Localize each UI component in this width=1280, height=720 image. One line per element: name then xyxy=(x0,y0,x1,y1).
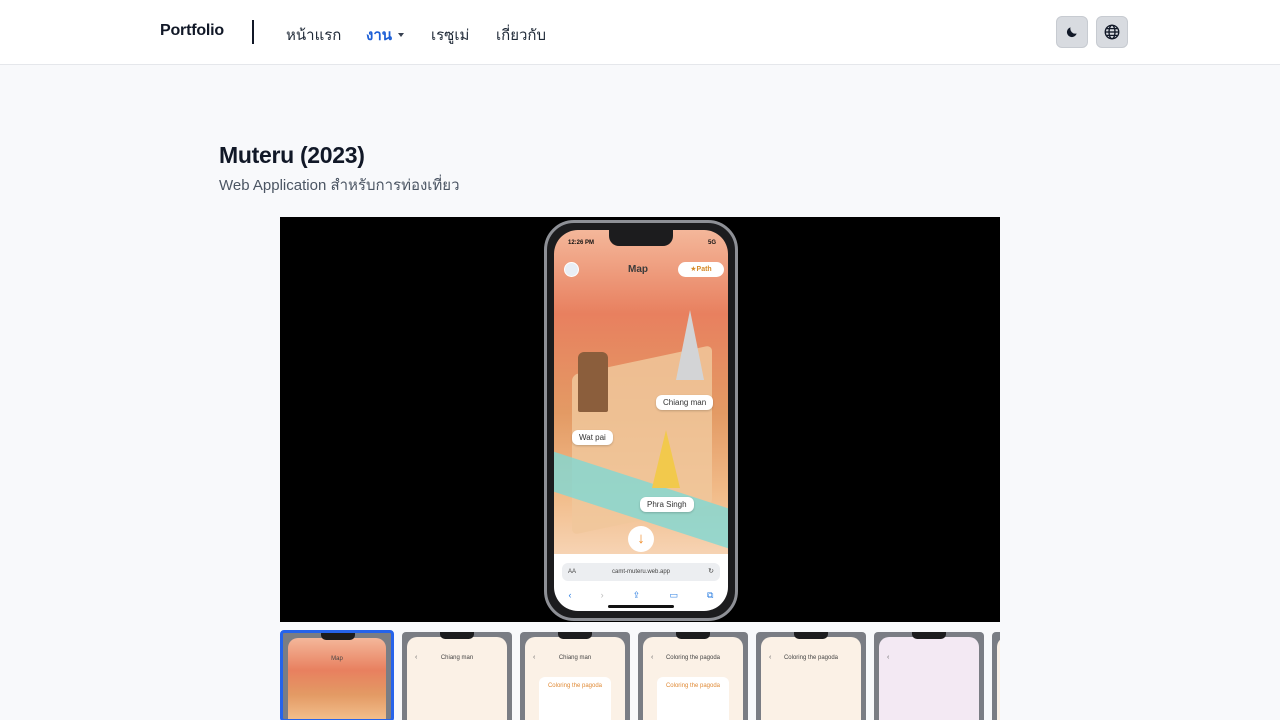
thumbnail-6[interactable]: ‹ xyxy=(874,632,984,720)
thumbnail-card-title: Coloring the pagoda xyxy=(665,683,721,689)
thumbnail-notch xyxy=(321,633,355,640)
avatar xyxy=(564,262,579,277)
thumbnail-screen: ‹ xyxy=(879,637,979,720)
thumbnail-notch xyxy=(912,632,946,639)
top-navbar: Portfolio หน้าแรก งาน เรซูเม่ เกี่ยวกับ xyxy=(0,0,1280,65)
thumbnail-screen: ‹ Chiang man Coloring the pagoda xyxy=(525,637,625,720)
brand-logo[interactable]: Portfolio xyxy=(160,22,224,40)
down-arrow-icon: ↓ xyxy=(628,526,654,552)
thumbnail-7[interactable] xyxy=(992,632,1000,720)
phone-notch xyxy=(609,230,673,246)
theme-toggle-button[interactable] xyxy=(1056,16,1088,48)
project-video[interactable]: 12:26 PM 5G Map ★Path Chiang man Wat pai… xyxy=(280,217,1000,622)
status-time: 12:26 PM xyxy=(568,240,595,246)
reload-icon: ↻ xyxy=(708,568,714,575)
thumbnail-5[interactable]: ‹ Coloring the pagoda xyxy=(756,632,866,720)
status-signal: 5G xyxy=(707,240,716,246)
back-icon: ‹ xyxy=(887,654,890,661)
nav-link-about[interactable]: เกี่ยวกับ xyxy=(496,23,546,47)
map-label-wat-pai: Wat pai xyxy=(572,430,613,445)
project-subtitle: Web Application สำหรับการท่องเที่ยว xyxy=(219,177,460,194)
temple-phra-singh xyxy=(652,430,680,488)
bookmarks-icon: ▭ xyxy=(669,589,678,600)
browser-url-bar: AA camt-muteru.web.app ↻ xyxy=(562,563,720,581)
thumbnail-1[interactable]: Map xyxy=(280,630,394,720)
thumbnail-card-title: Coloring the pagoda xyxy=(547,683,603,689)
forward-icon: › xyxy=(600,590,604,600)
text-size-icon: AA xyxy=(568,569,577,575)
url-text: camt-muteru.web.app xyxy=(611,569,671,575)
nav-link-resume[interactable]: เรซูเม่ xyxy=(431,23,469,47)
project-title: Muteru (2023) xyxy=(219,142,365,168)
thumbnail-4[interactable]: ‹ Coloring the pagoda Coloring the pagod… xyxy=(638,632,748,720)
nav-link-work[interactable]: งาน xyxy=(366,23,405,47)
nav-divider xyxy=(252,20,254,44)
map-label-phra-singh: Phra Singh xyxy=(640,497,694,512)
back-icon: ‹ xyxy=(568,590,572,600)
thumbnail-screen: ‹ Coloring the pagoda Coloring the pagod… xyxy=(643,637,743,720)
globe-icon xyxy=(1104,24,1120,40)
thumbnail-screen: ‹ Coloring the pagoda xyxy=(761,637,861,720)
phone-mockup: 12:26 PM 5G Map ★Path Chiang man Wat pai… xyxy=(544,220,738,621)
thumbnail-screen: ‹ Chiang man xyxy=(407,637,507,720)
thumbnail-screen xyxy=(997,637,1000,720)
map-title: Map xyxy=(628,264,648,275)
thumbnail-notch xyxy=(676,632,710,639)
language-button[interactable] xyxy=(1096,16,1128,48)
map-label-chiang-man: Chiang man xyxy=(656,395,714,410)
chevron-down-icon xyxy=(398,33,405,38)
thumbnail-2[interactable]: ‹ Chiang man xyxy=(402,632,512,720)
temple-wat-pai xyxy=(578,352,608,412)
browser-toolbar: ‹ › ⇪ ▭ ⧉ xyxy=(554,586,728,604)
home-indicator xyxy=(608,605,674,608)
tabs-icon: ⧉ xyxy=(706,589,714,600)
thumbnail-title: Coloring the pagoda xyxy=(783,655,839,661)
app-screen: 12:26 PM 5G Map ★Path Chiang man Wat pai… xyxy=(554,230,728,611)
thumbnail-card: Coloring the pagoda xyxy=(657,677,729,720)
thumbnail-title: Chiang man xyxy=(558,655,592,661)
thumbnail-screen: Map xyxy=(288,638,386,719)
thumbnail-notch xyxy=(558,632,592,639)
thumbnail-title: Coloring the pagoda xyxy=(665,655,721,661)
nav-link-work-label: งาน xyxy=(366,27,393,44)
share-icon: ⇪ xyxy=(632,589,641,600)
thumbnail-notch xyxy=(440,632,474,639)
path-button: ★Path xyxy=(678,262,724,277)
temple-chiang-man xyxy=(676,310,704,380)
thumbnail-strip: Map ‹ Chiang man ‹ Chiang man Coloring t… xyxy=(280,630,1000,720)
nav-link-home[interactable]: หน้าแรก xyxy=(286,23,341,47)
moon-icon xyxy=(1066,27,1077,38)
thumbnail-notch xyxy=(794,632,828,639)
thumbnail-title: Chiang man xyxy=(440,655,474,661)
thumbnail-3[interactable]: ‹ Chiang man Coloring the pagoda xyxy=(520,632,630,720)
thumbnail-title: Map xyxy=(331,656,343,662)
thumbnail-card: Coloring the pagoda xyxy=(539,677,611,720)
